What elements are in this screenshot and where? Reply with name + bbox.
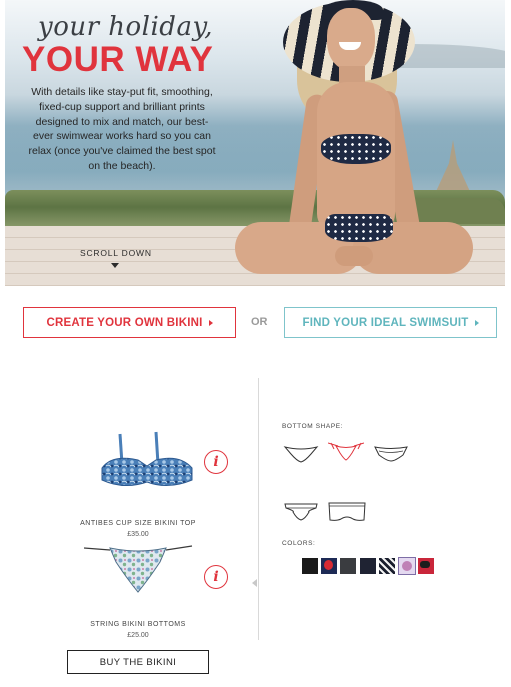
create-bikini-button[interactable]: CREATE YOUR OWN BIKINI: [23, 307, 236, 338]
or-separator: OR: [251, 316, 268, 328]
bottom-shape-short[interactable]: [327, 500, 367, 524]
color-swatch-navy-red-print[interactable]: [321, 558, 337, 574]
find-swimsuit-label: FIND YOUR IDEAL SWIMSUIT: [302, 316, 469, 329]
chevron-right-icon: [208, 319, 213, 326]
bottom-shape-string[interactable]: [328, 440, 364, 462]
find-swimsuit-button[interactable]: FIND YOUR IDEAL SWIMSUIT: [284, 307, 497, 338]
product-name: ANTIBES CUP SIZE BIKINI TOP: [80, 520, 196, 527]
hero-model-image: [235, 0, 475, 286]
hero-intro-text: With details like stay-put fit, smoothin…: [28, 86, 216, 172]
create-bikini-label: CREATE YOUR OWN BIKINI: [46, 316, 203, 329]
color-swatch-charcoal[interactable]: [340, 558, 356, 574]
bottom-shape-classic[interactable]: [283, 442, 319, 464]
info-icon[interactable]: i: [204, 450, 228, 474]
buy-bikini-button[interactable]: BUY THE BIKINI: [67, 650, 209, 674]
product-price: £25.00: [127, 632, 149, 639]
model-hands: [335, 246, 373, 266]
chevron-right-icon: [474, 319, 479, 326]
hero-title-bold: YOUR WAY: [22, 40, 214, 79]
model-bikini-bottom: [325, 214, 393, 242]
info-icon[interactable]: i: [204, 565, 228, 589]
panel-divider: [258, 378, 259, 640]
bottom-shape-label: BOTTOM SHAPE:: [282, 423, 344, 430]
scroll-down-arrow-icon[interactable]: [111, 263, 119, 268]
color-swatch-navy-stripe[interactable]: [379, 558, 395, 574]
colors-label: COLORS:: [282, 540, 316, 547]
color-swatch-navy[interactable]: [360, 558, 376, 574]
color-swatch-red-print[interactable]: [418, 558, 434, 574]
product-price: £35.00: [127, 531, 149, 538]
model-bikini-top: [321, 134, 391, 164]
bottom-shape-hipster[interactable]: [373, 442, 409, 464]
bikini-bottoms-image[interactable]: [82, 540, 194, 598]
model-face: [327, 8, 375, 70]
color-swatch-black[interactable]: [302, 558, 318, 574]
collapse-arrow-icon[interactable]: [252, 579, 257, 587]
bikini-top-image[interactable]: [98, 428, 196, 494]
product-name: STRING BIKINI BOTTOMS: [90, 621, 186, 628]
bottom-shape-fold-over[interactable]: [283, 500, 319, 522]
scroll-down-link[interactable]: SCROLL DOWN: [80, 248, 152, 258]
hero-title-script: your holiday,: [38, 12, 213, 42]
color-swatch-lilac-print[interactable]: [398, 557, 416, 575]
